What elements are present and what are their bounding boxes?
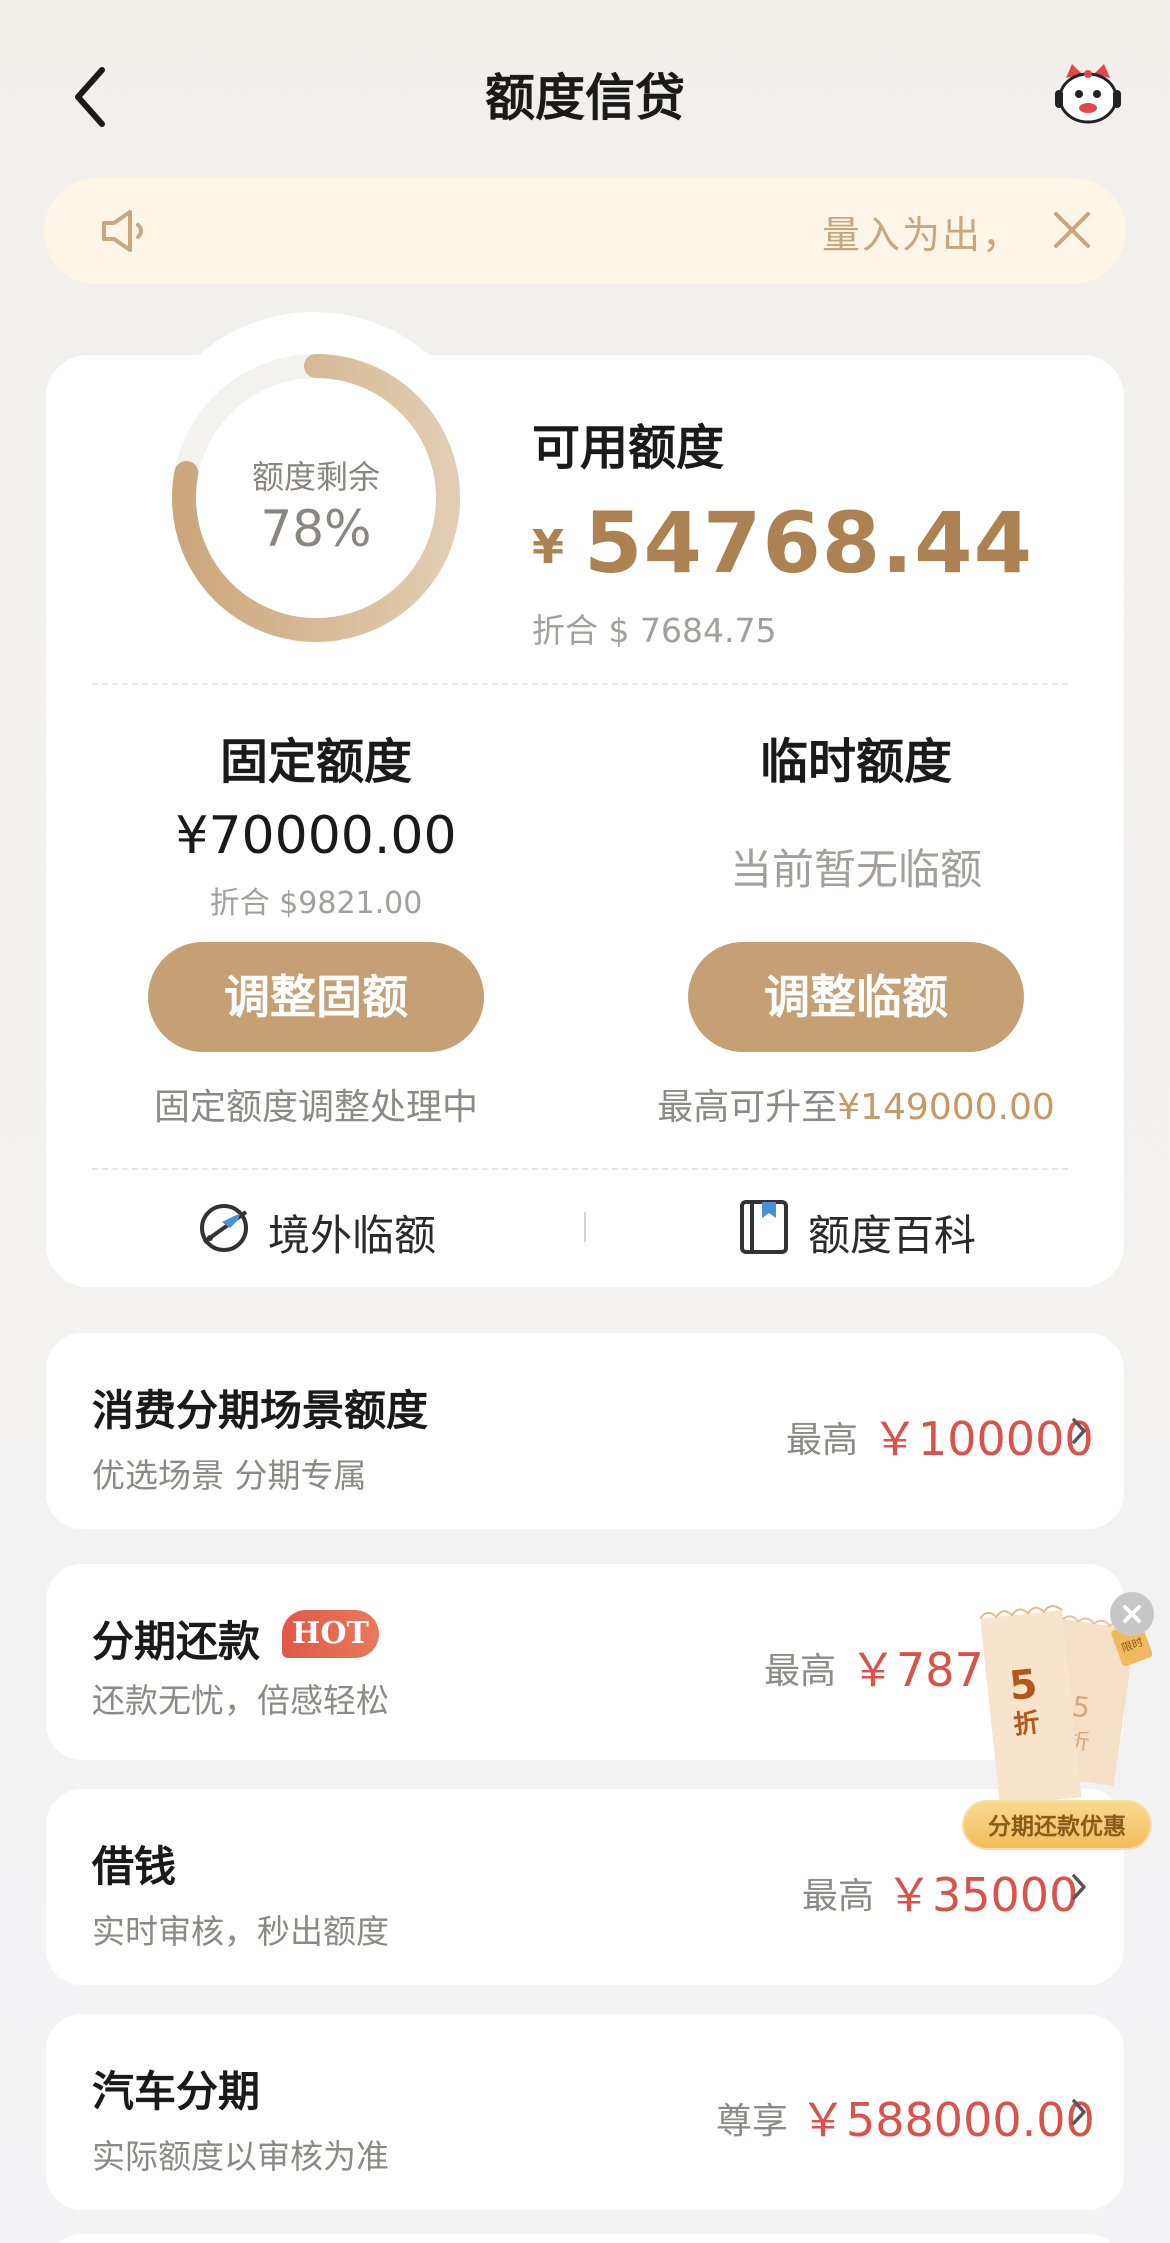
chevron-right-icon (1072, 2099, 1086, 2125)
currency-symbol: ¥ (532, 520, 565, 574)
row-value-label: 尊享 (716, 2101, 789, 2142)
mascot-assistant-icon[interactable] (1052, 62, 1124, 128)
quota-encyclopedia-link[interactable]: 额度百科 (736, 1196, 1036, 1260)
ring-percent: 78% (260, 500, 372, 558)
fixed-quota-amount: ¥70000.00 (175, 806, 457, 866)
close-icon (1123, 1605, 1141, 1623)
row-title: 消费分期场景额度 (92, 1386, 429, 1435)
row-value: ￥588000.00 (800, 2093, 1095, 2147)
top-nav-bar: 额度信贷 (0, 0, 1170, 180)
fixed-quota-title: 固定额度 (219, 734, 412, 790)
remaining-quota-ring (172, 354, 460, 642)
adjust-fixed-quota-button[interactable]: 调整固额 (148, 942, 484, 1052)
close-icon[interactable] (1050, 208, 1094, 252)
temporary-quota-title: 临时额度 (759, 734, 952, 790)
available-quota-converted: 折合 $ 7684.75 (532, 611, 777, 650)
promo-discount-unit: 折 (1012, 1708, 1041, 1741)
link-divider (584, 1212, 586, 1242)
promo-close-button[interactable] (1110, 1592, 1154, 1636)
row-value-label: 最高 (802, 1876, 875, 1917)
available-quota-title: 可用额度 (532, 420, 725, 476)
row-value: ￥100000 (872, 1412, 1094, 1466)
globe-plane-icon (200, 1204, 248, 1252)
chevron-right-icon (1072, 1418, 1086, 1444)
row-title: 分期还款 (92, 1617, 261, 1666)
hot-badge: HOT (282, 1610, 379, 1658)
divider (92, 683, 1068, 685)
divider (92, 1168, 1068, 1170)
adjust-temporary-quota-button[interactable]: 调整临额 (688, 942, 1024, 1052)
auto-installment-row[interactable]: 汽车分期 实际额度以审核为准 尊享 ￥588000.00 (46, 2014, 1124, 2210)
overseas-temp-quota-label: 境外临额 (268, 1211, 437, 1260)
chevron-right-icon (1072, 1874, 1086, 1900)
notice-banner: 量入为出， (44, 178, 1126, 284)
fixed-quota-converted: 折合 $9821.00 (209, 886, 423, 921)
row-title: 汽车分期 (92, 2067, 261, 2116)
fixed-quota-hint: 固定额度调整处理中 (153, 1087, 478, 1128)
speaker-icon (102, 210, 143, 252)
book-icon (740, 1200, 788, 1254)
temporary-quota-hint: 最高可升至¥149000.00 (586, 1078, 1126, 1130)
hint-prefix: 最高可升至 (657, 1087, 838, 1128)
consumer-installment-row[interactable]: 消费分期场景额度 优选场景 分期专属 最高 ￥100000 (46, 1333, 1124, 1529)
row-title: 借钱 (92, 1842, 177, 1891)
quota-encyclopedia-label: 额度百科 (808, 1211, 977, 1260)
row-subtitle: 还款无忧，倍感轻松 (92, 1681, 389, 1720)
row-value-label: 最高 (786, 1420, 859, 1461)
temporary-quota-status: 当前暂无临额 (729, 845, 982, 894)
promo-discount: 5 (1007, 1661, 1039, 1710)
ring-label: 额度剩余 (251, 458, 380, 496)
row-value-label: 最高 (764, 1651, 837, 1692)
available-quota-amount: 54768.44 (584, 494, 1034, 592)
row-value: ￥35000 (886, 1868, 1079, 1922)
next-card-peek (46, 2234, 1124, 2243)
notice-text: 量入为出， (822, 213, 1023, 257)
row-subtitle: 优选场景 分期专属 (92, 1456, 367, 1495)
max-temporary-amount: ¥149000.00 (837, 1087, 1055, 1128)
row-subtitle: 实时审核，秒出额度 (92, 1912, 389, 1951)
page-title: 额度信贷 (485, 69, 685, 127)
promo-label[interactable]: 分期还款优惠 (962, 1800, 1152, 1850)
row-subtitle: 实际额度以审核为准 (92, 2137, 389, 2176)
overseas-temp-quota-link[interactable]: 境外临额 (196, 1196, 496, 1260)
